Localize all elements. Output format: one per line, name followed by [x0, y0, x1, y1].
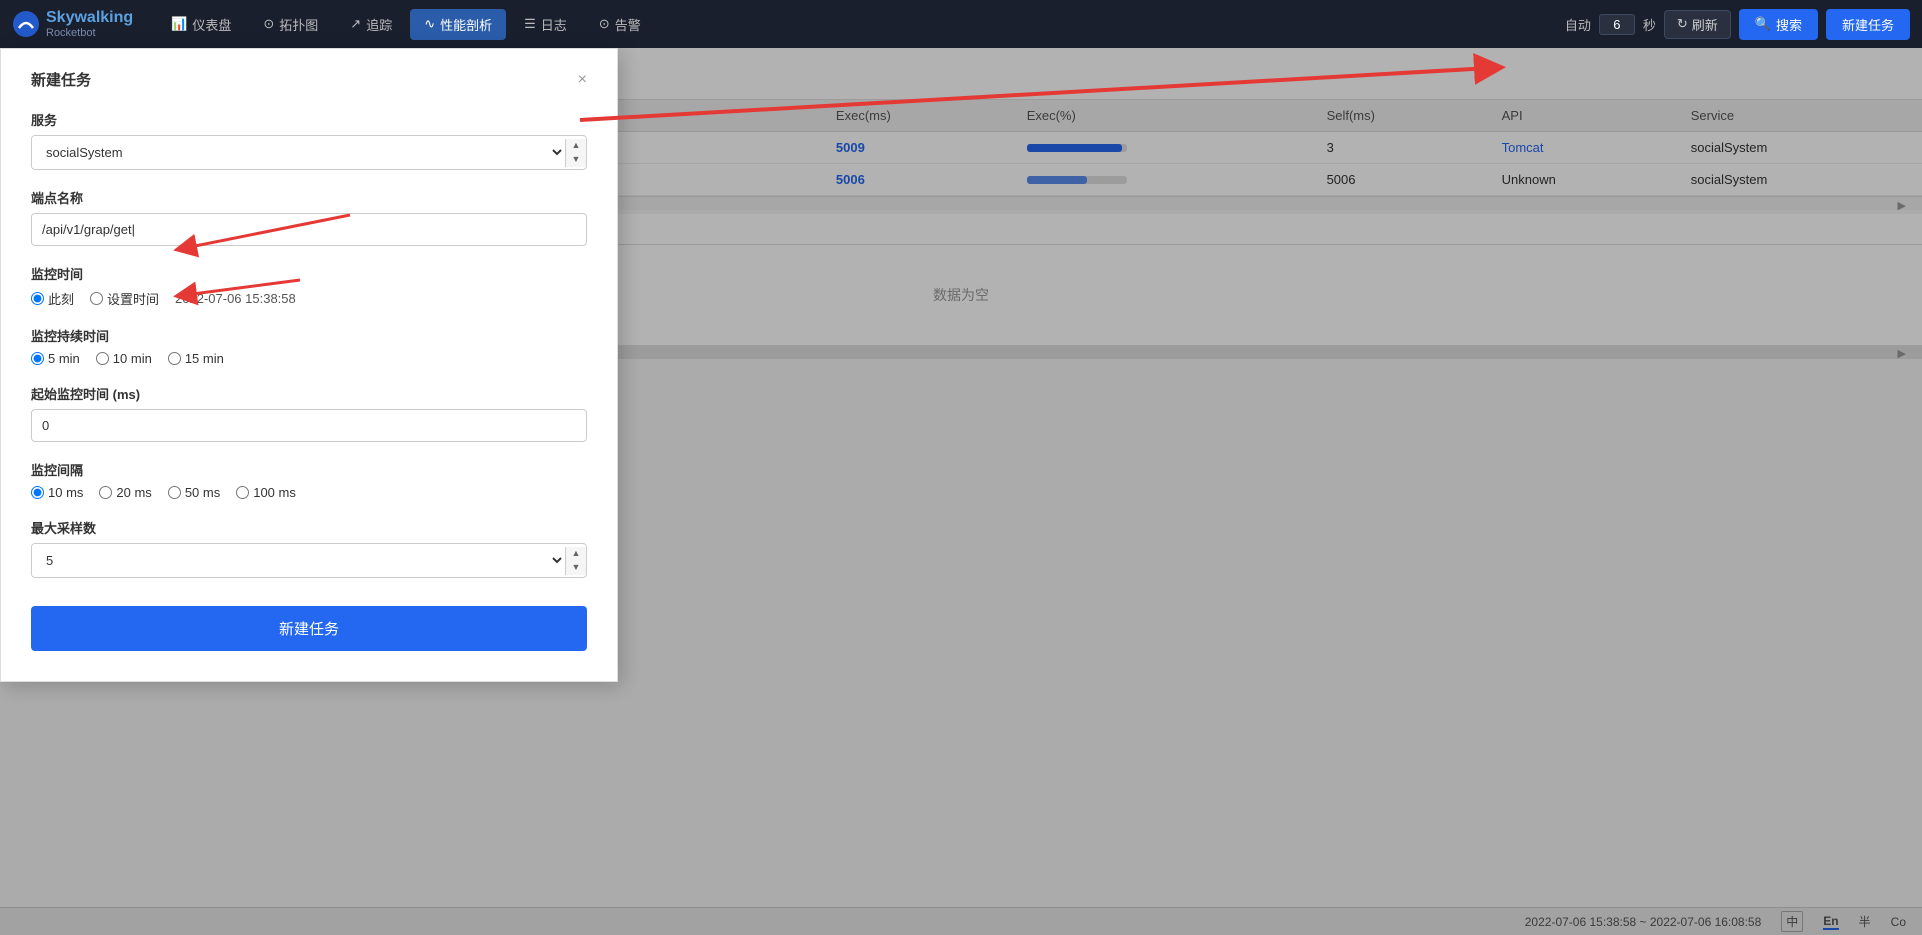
- max-samples-label: 最大采样数: [31, 518, 587, 537]
- radio-monitor-set[interactable]: 设置时间: [90, 289, 159, 308]
- nav-performance[interactable]: ∿ 性能剖析: [410, 9, 506, 40]
- service-select-wrapper: socialSystem ▲ ▼: [31, 135, 587, 170]
- logo-icon: [12, 10, 40, 38]
- min-time-input[interactable]: [31, 409, 587, 442]
- submit-button[interactable]: 新建任务: [31, 606, 587, 651]
- radio-50ms-label: 50 ms: [185, 485, 220, 500]
- radio-5min-label: 5 min: [48, 351, 80, 366]
- radio-20ms-input[interactable]: [99, 486, 112, 499]
- spinner-down[interactable]: ▼: [566, 153, 586, 167]
- radio-15min[interactable]: 15 min: [168, 351, 224, 366]
- max-samples-spinner-down[interactable]: ▼: [566, 561, 586, 575]
- nav-right: 自动 秒 ↻ 刷新 🔍 搜索 新建任务: [1565, 9, 1910, 40]
- nav-topology[interactable]: ⊙ 拓扑图: [249, 9, 332, 40]
- max-samples-spinners: ▲ ▼: [565, 547, 586, 575]
- app-logo: Skywalking Rocketbot: [12, 9, 133, 39]
- radio-monitor-set-label: 设置时间: [107, 289, 159, 308]
- modal-new-task: 新建任务 × 服务 socialSystem ▲ ▼ 端点名称 监控时间 此刻: [0, 48, 618, 682]
- radio-100ms-label: 100 ms: [253, 485, 296, 500]
- form-group-monitor-time: 监控时间 此刻 设置时间 2022-07-06 15:38:58: [31, 264, 587, 308]
- radio-100ms[interactable]: 100 ms: [236, 485, 296, 500]
- radio-50ms-input[interactable]: [168, 486, 181, 499]
- performance-icon: ∿: [424, 16, 435, 32]
- form-group-interval: 监控间隔 10 ms 20 ms 50 ms 100 ms: [31, 460, 587, 500]
- nav-log-label: 日志: [541, 15, 567, 34]
- service-label: 服务: [31, 110, 587, 129]
- monitor-time-radio-group: 此刻 设置时间 2022-07-06 15:38:58: [31, 289, 587, 308]
- radio-10min[interactable]: 10 min: [96, 351, 152, 366]
- radio-5min-input[interactable]: [31, 352, 44, 365]
- service-select[interactable]: socialSystem: [32, 136, 565, 169]
- form-group-endpoint: 端点名称: [31, 188, 587, 246]
- form-group-service: 服务 socialSystem ▲ ▼: [31, 110, 587, 170]
- top-navbar: Skywalking Rocketbot 📊 仪表盘 ⊙ 拓扑图 ↗ 追踪 ∿ …: [0, 0, 1922, 48]
- new-task-nav-button[interactable]: 新建任务: [1826, 9, 1910, 40]
- radio-10min-label: 10 min: [113, 351, 152, 366]
- nav-items: 📊 仪表盘 ⊙ 拓扑图 ↗ 追踪 ∿ 性能剖析 ☰ 日志 ⊙ 告警: [157, 9, 1565, 40]
- auto-label: 自动: [1565, 15, 1591, 34]
- radio-10ms[interactable]: 10 ms: [31, 485, 83, 500]
- nav-alert[interactable]: ⊙ 告警: [585, 9, 655, 40]
- radio-15min-input[interactable]: [168, 352, 181, 365]
- modal-title-bar: 新建任务 ×: [31, 69, 587, 90]
- radio-monitor-set-input[interactable]: [90, 292, 103, 305]
- search-button[interactable]: 🔍 搜索: [1739, 9, 1818, 40]
- search-label: 搜索: [1776, 15, 1802, 34]
- max-samples-spinner-up[interactable]: ▲: [566, 547, 586, 561]
- interval-label: 监控间隔: [31, 460, 587, 479]
- search-icon: 🔍: [1755, 16, 1771, 32]
- new-task-nav-label: 新建任务: [1842, 18, 1894, 33]
- form-group-duration: 监控持续时间 5 min 10 min 15 min: [31, 326, 587, 366]
- endpoint-input[interactable]: [31, 213, 587, 246]
- nav-dashboard-label: 仪表盘: [192, 15, 231, 34]
- form-group-min-time: 起始监控时间 (ms): [31, 384, 587, 442]
- monitor-set-time-value: 2022-07-06 15:38:58: [175, 291, 296, 306]
- radio-5min[interactable]: 5 min: [31, 351, 80, 366]
- radio-monitor-now-label: 此刻: [48, 289, 74, 308]
- form-group-max-samples: 最大采样数 5 10 20 ▲ ▼: [31, 518, 587, 578]
- nav-topology-label: 拓扑图: [279, 15, 318, 34]
- service-spinners: ▲ ▼: [565, 139, 586, 167]
- modal-title-text: 新建任务: [31, 69, 91, 90]
- radio-10ms-input[interactable]: [31, 486, 44, 499]
- app-name: Skywalking: [46, 9, 133, 27]
- radio-20ms-label: 20 ms: [116, 485, 151, 500]
- monitor-time-label: 监控时间: [31, 264, 587, 283]
- chart-icon: 📊: [171, 16, 187, 32]
- spinner-up[interactable]: ▲: [566, 139, 586, 153]
- alert-icon: ⊙: [599, 16, 610, 32]
- radio-15min-label: 15 min: [185, 351, 224, 366]
- nav-trace-label: 追踪: [366, 15, 392, 34]
- radio-monitor-now-input[interactable]: [31, 292, 44, 305]
- seconds-input[interactable]: [1599, 14, 1635, 35]
- endpoint-label: 端点名称: [31, 188, 587, 207]
- log-icon: ☰: [524, 16, 536, 32]
- trace-icon: ↗: [350, 16, 361, 32]
- topology-icon: ⊙: [263, 16, 274, 32]
- min-time-label: 起始监控时间 (ms): [31, 384, 587, 403]
- duration-label: 监控持续时间: [31, 326, 587, 345]
- interval-radio-group: 10 ms 20 ms 50 ms 100 ms: [31, 485, 587, 500]
- refresh-icon: ↻: [1677, 16, 1688, 32]
- radio-monitor-now[interactable]: 此刻: [31, 289, 74, 308]
- radio-20ms[interactable]: 20 ms: [99, 485, 151, 500]
- radio-50ms[interactable]: 50 ms: [168, 485, 220, 500]
- max-samples-select[interactable]: 5 10 20: [32, 544, 565, 577]
- refresh-button[interactable]: ↻ 刷新: [1664, 10, 1731, 39]
- nav-alert-label: 告警: [615, 15, 641, 34]
- nav-performance-label: 性能剖析: [440, 15, 492, 34]
- nav-trace[interactable]: ↗ 追踪: [336, 9, 406, 40]
- nav-log[interactable]: ☰ 日志: [510, 9, 581, 40]
- nav-dashboard[interactable]: 📊 仪表盘: [157, 9, 245, 40]
- app-subname: Rocketbot: [46, 27, 133, 39]
- seconds-label: 秒: [1643, 15, 1656, 34]
- radio-100ms-input[interactable]: [236, 486, 249, 499]
- duration-radio-group: 5 min 10 min 15 min: [31, 351, 587, 366]
- max-samples-select-wrapper: 5 10 20 ▲ ▼: [31, 543, 587, 578]
- radio-10ms-label: 10 ms: [48, 485, 83, 500]
- modal-close-button[interactable]: ×: [578, 72, 587, 88]
- radio-10min-input[interactable]: [96, 352, 109, 365]
- refresh-label: 刷新: [1692, 15, 1718, 34]
